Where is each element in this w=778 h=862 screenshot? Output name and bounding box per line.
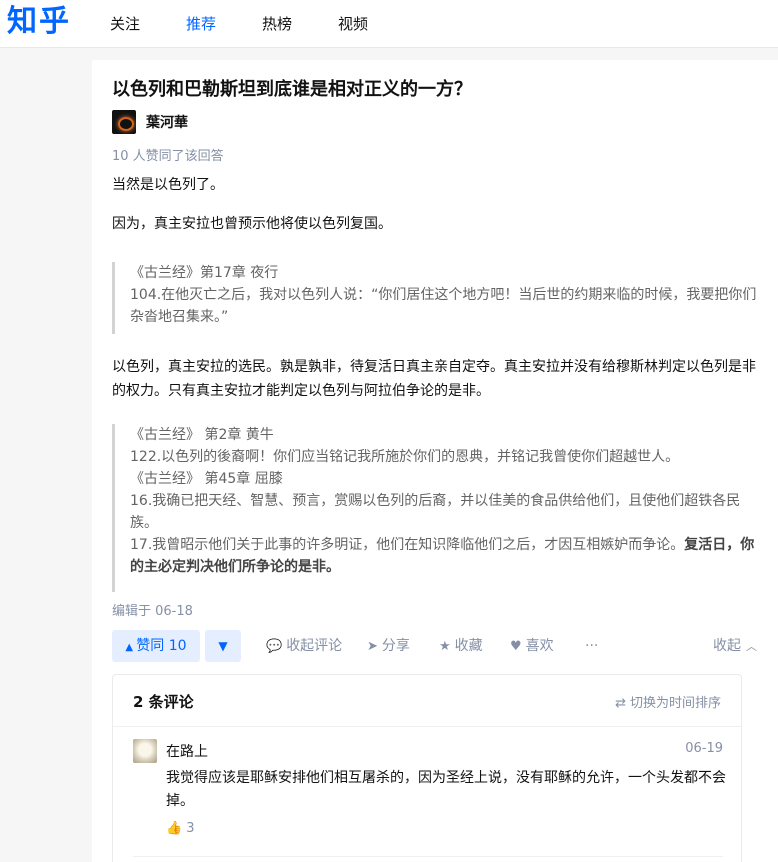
- quote-line: 104.在他灭亡之后，我对以色列人说：“你们居住这个地方吧！当后世的约期来临的时…: [130, 287, 757, 325]
- heart-icon: ♥: [510, 639, 522, 654]
- favorite-label: 收藏: [454, 638, 483, 654]
- answer-card: 以色列和巴勒斯坦到底谁是相对正义的一方？ 葉河華 10 人赞同了该回答 当然是以…: [92, 60, 778, 862]
- vote-up-button[interactable]: ▲ 赞同 10: [112, 630, 200, 662]
- comment-count: 2 条评论: [133, 693, 194, 711]
- quote-text: 17.我曾昭示他们关于此事的许多明证，他们在知识降临他们之后，才因互相嫉妒而争论…: [130, 537, 685, 553]
- paragraph: 当然是以色列了。: [112, 177, 224, 193]
- blockquote: 《古兰经》 第2章 黄牛 122.以色列的後裔啊！你们应当铭记我所施於你们的恩典…: [112, 424, 757, 592]
- collapse-comments-label: 收起评论: [286, 638, 343, 654]
- chevron-up-icon: ︿: [746, 640, 757, 653]
- paper-plane-icon: ➤: [367, 639, 378, 654]
- author-name[interactable]: 葉河華: [146, 112, 188, 132]
- comment-header: 2 条评论 ⇄ 切换为时间排序: [113, 675, 741, 727]
- comment-text: 我觉得应该是耶稣安排他们相互屠杀的，因为圣经上说，没有耶稣的允许，一个头发都不会…: [166, 770, 726, 809]
- nav-follow[interactable]: 关注: [110, 14, 140, 34]
- comment-section: 2 条评论 ⇄ 切换为时间排序 在路上 06-19 我觉得应该是耶稣安排他们相互屠…: [112, 674, 742, 862]
- more-button[interactable]: ···: [585, 630, 598, 662]
- vote-count-text: 10 人赞同了该回答: [112, 149, 224, 164]
- answer-content: 以色列，真主安拉的选民。孰是孰非，待复活日真主亲自定夺。真主安拉并没有给穆斯林判…: [112, 355, 762, 403]
- author-info: 葉河華: [112, 110, 188, 134]
- avatar[interactable]: [133, 739, 157, 763]
- comment-date: 06-19: [685, 741, 723, 756]
- like-label: 喜欢: [525, 638, 554, 654]
- answer-content: 当然是以色列了。 因为，真主安拉也曾预示他将使以色列复国。: [112, 174, 762, 236]
- collapse-label: 收起: [713, 638, 741, 654]
- nav-video[interactable]: 视频: [338, 14, 368, 34]
- triangle-up-icon: ▲: [125, 642, 137, 653]
- quote-line: 17.我曾昭示他们关于此事的许多明证，他们在知识降临他们之后，才因互相嫉妒而争论…: [130, 534, 757, 578]
- paragraph: 因为，真主安拉也曾预示他将使以色列复国。: [112, 216, 392, 232]
- nav-hot[interactable]: 热榜: [262, 14, 292, 34]
- vote-down-button[interactable]: ▼: [205, 630, 241, 662]
- nav-recommend[interactable]: 推荐: [186, 14, 216, 34]
- quote-line: 《古兰经》 第2章 黄牛: [130, 427, 274, 443]
- switch-icon: ⇄: [615, 696, 626, 711]
- thumbs-up-icon: 👍: [166, 821, 183, 836]
- collapse-comments-button[interactable]: 💬 收起评论: [266, 630, 342, 662]
- like-button[interactable]: ♥ 喜欢: [510, 630, 554, 662]
- sort-toggle-label: 切换为时间排序: [629, 696, 721, 711]
- quote-line: 16.我确已把天经、智慧、预言，赏赐以色列的后裔，并以佳美的食品供给他们，且使他…: [130, 493, 741, 531]
- share-label: 分享: [381, 638, 410, 654]
- quote-line: 《古兰经》第17章 夜行: [130, 265, 279, 281]
- action-bar: ▲ 赞同 10 ▼ 💬 收起评论 ➤ 分享 ★ 收藏 ♥ 喜欢 ··· 收起 ︿: [112, 630, 762, 662]
- share-button[interactable]: ➤ 分享: [367, 630, 410, 662]
- commenter-name[interactable]: 在路上: [166, 741, 208, 761]
- blockquote: 《古兰经》第17章 夜行 104.在他灭亡之后，我对以色列人说：“你们居住这个地…: [112, 262, 757, 334]
- question-title[interactable]: 以色列和巴勒斯坦到底谁是相对正义的一方？: [112, 78, 472, 102]
- collapse-button[interactable]: 收起 ︿: [713, 630, 757, 662]
- comment-like-button[interactable]: 👍 3: [166, 821, 194, 836]
- sort-toggle-button[interactable]: ⇄ 切换为时间排序: [615, 692, 721, 711]
- comment-icon: 💬: [266, 639, 283, 654]
- star-icon: ★: [439, 639, 451, 654]
- quote-line: 《古兰经》 第45章 屈膝: [130, 471, 283, 487]
- edited-time[interactable]: 编辑于 06-18: [112, 600, 193, 619]
- top-bar: 知乎 关注 推荐 热榜 视频: [0, 0, 778, 48]
- zhihu-logo[interactable]: 知乎: [7, 3, 71, 41]
- vote-up-label: 赞同 10: [136, 638, 187, 654]
- paragraph: 以色列，真主安拉的选民。孰是孰非，待复活日真主亲自定夺。真主安拉并没有给穆斯林判…: [112, 359, 756, 399]
- favorite-button[interactable]: ★ 收藏: [439, 630, 483, 662]
- divider: [133, 856, 723, 857]
- avatar[interactable]: [112, 110, 136, 134]
- comment-like-count: 3: [186, 821, 195, 836]
- quote-line: 122.以色列的後裔啊！你们应当铭记我所施於你们的恩典，并铭记我曾使你们超越世人…: [130, 449, 680, 465]
